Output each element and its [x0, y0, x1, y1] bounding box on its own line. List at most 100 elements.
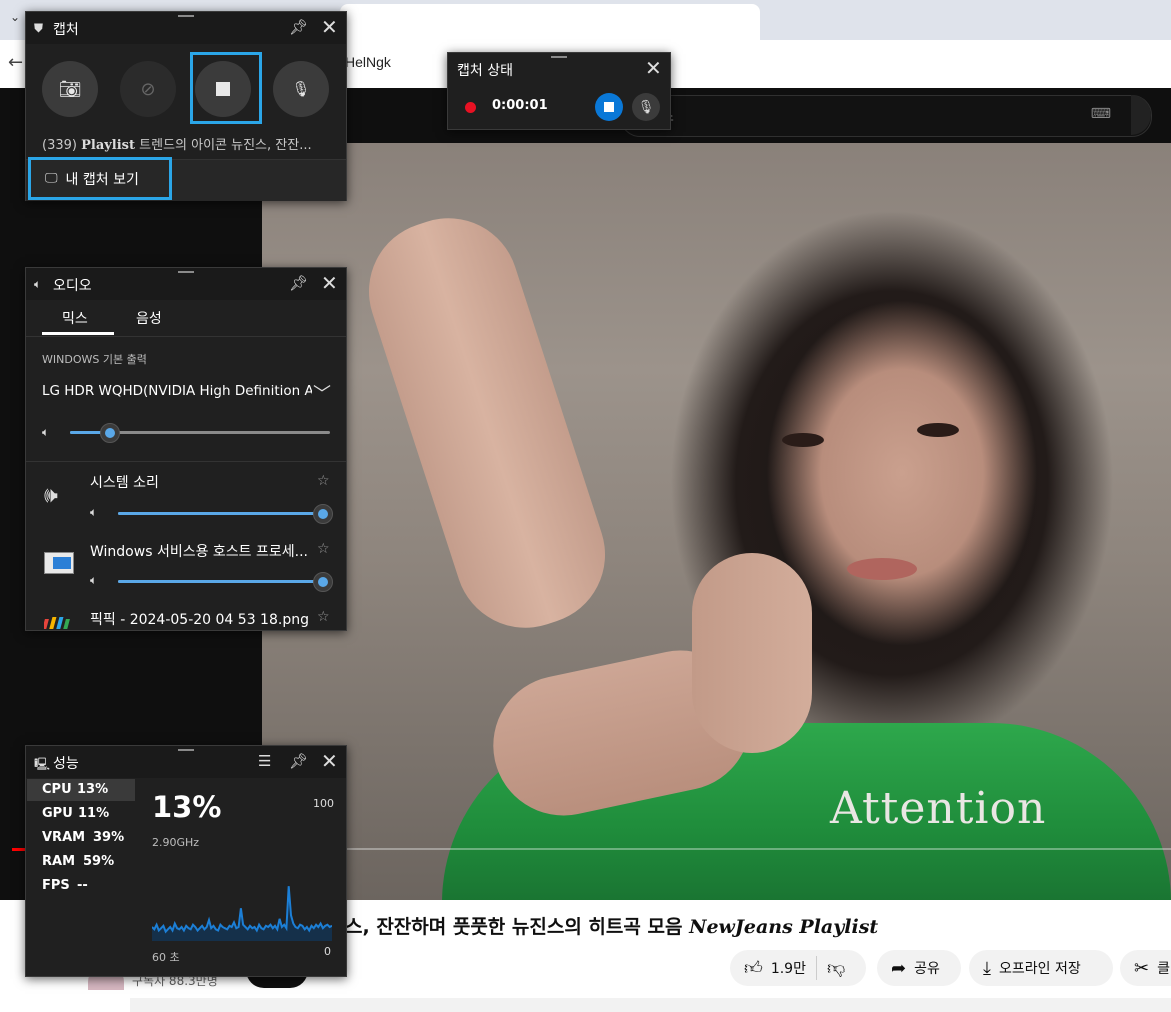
offline-save-button[interactable]: ⤓ 오프라인 저장	[969, 950, 1113, 986]
stop-recording-button[interactable]	[595, 93, 623, 121]
metric-row-vram[interactable]: VRAM 39%	[27, 827, 135, 849]
show-all-captures-label: 내 캡처 보기	[65, 171, 139, 188]
offline-save-label: 오프라인 저장	[998, 961, 1081, 977]
video-progress-bar[interactable]	[262, 848, 1171, 850]
share-button[interactable]: ➦ 공유	[877, 950, 961, 986]
favorite-star-icon[interactable]: ☆	[317, 473, 330, 489]
app-volume-thumb[interactable]	[313, 504, 333, 524]
mic-off-icon: 🎙︎	[291, 80, 311, 98]
recording-target-prefix: (339)	[42, 138, 77, 153]
gallery-icon: 🖵	[45, 171, 58, 186]
speaker-icon[interactable]: 🔈︎	[90, 573, 97, 588]
favorite-star-icon[interactable]: ☆	[317, 541, 330, 557]
capture-status-title: 캡처 상태	[457, 63, 513, 79]
pin-icon[interactable]: 📌︎	[289, 752, 308, 770]
app-volume-fill	[118, 580, 322, 583]
tab-mix[interactable]: 믹스	[62, 308, 88, 328]
graph-axis-max: 100	[313, 797, 334, 810]
stop-icon	[216, 82, 230, 96]
mic-toggle-button[interactable]: 🎙︎	[632, 93, 660, 121]
close-icon[interactable]: ✕	[321, 271, 338, 295]
drag-grip[interactable]	[178, 15, 194, 17]
capture-status-header[interactable]: 캡처 상태 ✕	[448, 53, 670, 85]
video-player[interactable]: Attention	[262, 143, 1171, 900]
cpu-usage-graph	[152, 886, 332, 941]
close-icon[interactable]: ✕	[321, 15, 338, 39]
mic-toggle-button[interactable]: 🎙︎	[273, 61, 329, 117]
back-arrow-icon[interactable]: ←	[8, 52, 23, 73]
default-output-label: WINDOWS 기본 출력	[42, 353, 147, 366]
close-icon[interactable]: ✕	[645, 56, 662, 80]
system-sounds-speaker-icon: 🕪︎	[44, 483, 58, 508]
recording-indicator-icon	[465, 102, 476, 113]
capture-status-widget: 캡처 상태 ✕ 0:00:01 🎙︎	[447, 52, 671, 130]
record-last-30s-button[interactable]: ⊘	[120, 61, 176, 117]
speaker-icon[interactable]: 🔈︎	[90, 505, 97, 520]
stop-recording-button[interactable]	[195, 61, 251, 117]
pin-icon[interactable]: 📌︎	[289, 18, 308, 36]
clip-label: 클	[1157, 961, 1170, 977]
show-all-captures-button[interactable]: 🖵 내 캡처 보기	[28, 157, 172, 200]
like-count[interactable]: 1.9만	[771, 958, 806, 978]
like-separator	[815, 956, 817, 980]
picpick-app-icon	[44, 617, 70, 629]
capture-widget: ⛊ 캡처 📌︎ ✕ 📷︎ ⊘ 🎙︎ (339) Playlist 트렌드의 아이…	[25, 11, 347, 201]
browser-active-tab[interactable]	[340, 4, 760, 40]
thumbs-up-icon[interactable]: 👍︎	[744, 957, 763, 979]
tab-voice[interactable]: 음성	[136, 308, 162, 328]
favorite-star-icon[interactable]: ☆	[317, 609, 330, 625]
pin-icon[interactable]: 📌︎	[289, 274, 308, 292]
thumbs-down-icon[interactable]: 👎︎	[827, 957, 845, 979]
capture-widget-icon: ⛊	[34, 21, 44, 35]
history-disabled-icon: ⊘	[140, 78, 156, 100]
video-eye-left	[782, 433, 824, 447]
metric-row-gpu[interactable]: GPU 11%	[27, 803, 135, 825]
close-icon[interactable]: ✕	[321, 749, 338, 773]
metric-row-cpu[interactable]: CPU 13%	[27, 779, 135, 801]
download-icon: ⤓	[983, 957, 991, 979]
metric-row-fps[interactable]: FPS --	[27, 875, 135, 897]
audio-widget-title: 오디오	[53, 278, 92, 294]
monitor-icon: 🖳	[34, 757, 51, 771]
screenshot-button[interactable]: 📷︎	[42, 61, 98, 117]
drag-grip[interactable]	[178, 271, 194, 273]
metric-row-ram[interactable]: RAM 59%	[27, 851, 135, 873]
metric-label: FPS	[42, 878, 70, 893]
app-volume-thumb[interactable]	[313, 572, 333, 592]
metric-label: VRAM	[42, 830, 86, 845]
video-title: 스, 잔잔하며 풋풋한 뉴진스의 히트곡 모음 NewJeans Playlis…	[345, 912, 878, 939]
audio-widget-header[interactable]: 🔈︎ 오디오 📌︎ ✕	[26, 268, 346, 300]
recording-target-text: (339) Playlist 트렌드의 아이콘 뉴진스, 잔잔...	[42, 134, 342, 153]
performance-widget-title: 성능	[53, 756, 79, 772]
video-overlay-text: Attention	[830, 783, 1047, 834]
recording-target-playlist: Playlist	[81, 138, 136, 153]
audio-widget: 🔈︎ 오디오 📌︎ ✕ 믹스 음성 WINDOWS 기본 출력 LG HDR W…	[25, 267, 347, 631]
app-name-system-sounds: 시스템 소리	[90, 475, 159, 491]
master-volume-thumb[interactable]	[100, 423, 120, 443]
output-device-select[interactable]: LG HDR WQHD(NVIDIA High Definition A...	[42, 383, 312, 399]
address-text[interactable]: HelNgk	[345, 54, 391, 70]
scissors-icon: ✂	[1134, 957, 1150, 979]
performance-widget-header[interactable]: 🖳 성능 ☰ 📌︎ ✕	[26, 746, 346, 778]
chevron-down-icon[interactable]: ﹀	[313, 380, 331, 406]
speaker-icon: 🔈︎	[34, 277, 42, 291]
keyboard-icon[interactable]: ⌨	[1091, 106, 1111, 122]
clip-button[interactable]: ✂ 클	[1120, 950, 1171, 986]
metric-label: CPU	[42, 782, 72, 797]
drag-grip[interactable]	[178, 749, 194, 751]
performance-widget: 🖳 성능 ☰ 📌︎ ✕ CPU 13% GPU 11% VRAM 39% RAM…	[25, 745, 347, 977]
mic-off-icon: 🎙︎	[637, 99, 655, 115]
metric-label: GPU	[42, 806, 73, 821]
metric-value: 13%	[77, 782, 109, 797]
speaker-icon[interactable]: 🔈︎	[42, 425, 49, 440]
like-dislike-pill: 👍︎ 1.9만 👎︎	[730, 950, 866, 986]
video-hand-shape	[692, 553, 812, 753]
drag-grip[interactable]	[551, 56, 567, 58]
metric-value: 11%	[78, 806, 110, 821]
settings-sliders-icon[interactable]: ☰	[258, 752, 271, 770]
capture-widget-header[interactable]: ⛊ 캡처 📌︎ ✕	[26, 12, 346, 44]
recording-target-rest: 트렌드의 아이콘 뉴진스, 잔잔...	[139, 138, 312, 153]
metric-label: RAM	[42, 854, 76, 869]
youtube-search-box[interactable]: 스 ⌨	[620, 95, 1152, 137]
video-arm-shape	[350, 200, 624, 646]
